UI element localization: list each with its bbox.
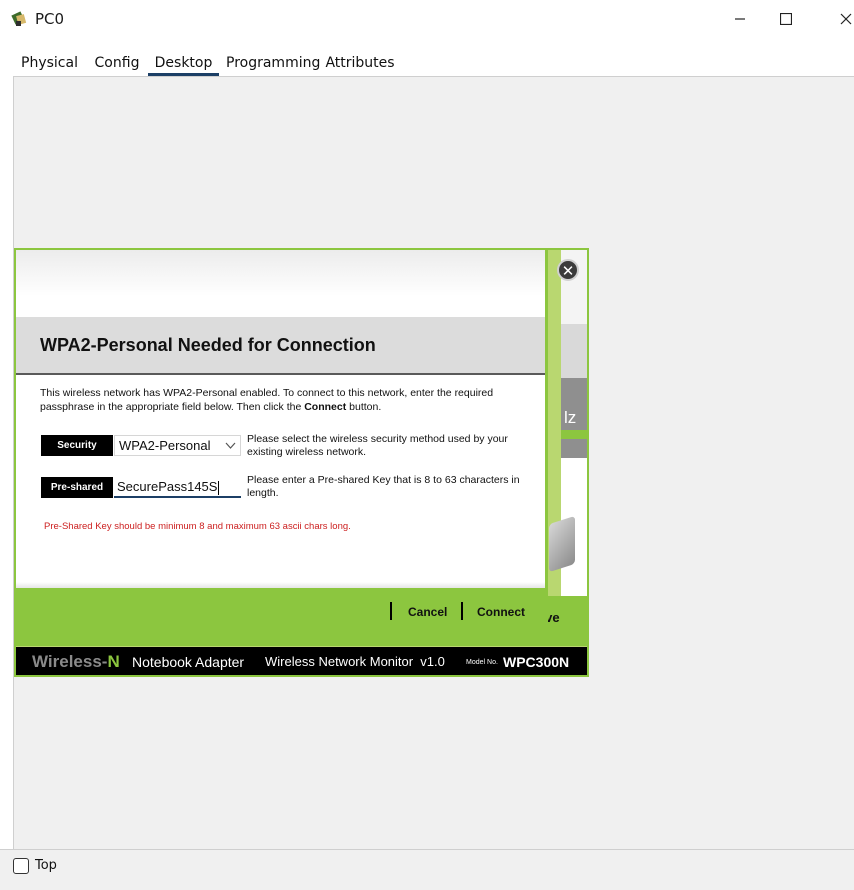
dialog-button-bar: Cancel Connect: [16, 588, 545, 642]
tab-programming[interactable]: Programming: [226, 49, 320, 76]
monitor-panel-stripe: [561, 324, 587, 378]
button-divider: [461, 602, 463, 620]
error-message: Pre-Shared Key should be minimum 8 and m…: [44, 521, 351, 532]
tab-physical[interactable]: Physical: [19, 49, 80, 76]
tab-config[interactable]: Config: [91, 49, 143, 76]
close-button[interactable]: [826, 0, 854, 38]
text-caret: [218, 480, 220, 495]
maximize-icon: [780, 13, 792, 25]
top-checkbox[interactable]: [13, 858, 29, 874]
window-footer: [0, 849, 854, 890]
dialog-title-bar: WPA2-Personal Needed for Connection: [16, 317, 545, 375]
monitor-partial-text: lz: [564, 408, 577, 427]
model-label: Model No.: [466, 659, 498, 666]
close-icon: [840, 13, 852, 25]
preshared-key-input[interactable]: SecurePass145S: [114, 477, 241, 498]
top-checkbox-label: Top: [35, 858, 57, 873]
brand-logo: Wireless-N: [32, 652, 120, 671]
minimize-button[interactable]: [720, 0, 760, 38]
signal-bar: [561, 430, 587, 439]
security-value: WPA2-Personal: [119, 438, 211, 453]
tab-attributes[interactable]: Attributes: [325, 49, 395, 76]
minimize-icon: [735, 18, 745, 20]
product-name: Notebook Adapter: [132, 654, 245, 670]
wpa2-dialog: WPA2-Personal Needed for Connection This…: [16, 250, 548, 642]
preshared-key-help: Please enter a Pre-shared Key that is 8 …: [247, 474, 520, 499]
button-divider: [390, 602, 392, 620]
window-title: PC0: [35, 10, 65, 28]
monitor-close-icon[interactable]: ✕: [557, 259, 579, 281]
maximize-button[interactable]: [766, 0, 806, 38]
cancel-button[interactable]: Cancel: [408, 605, 447, 619]
preshared-key-value: SecurePass145S: [117, 479, 218, 494]
dialog-header-gradient: [16, 250, 545, 296]
adapter-card-icon: [549, 515, 575, 573]
dialog-description: This wireless network has WPA2-Personal …: [40, 387, 494, 413]
model-number: WPC300N: [503, 654, 570, 670]
security-help: Please select the wireless security meth…: [247, 433, 508, 458]
window-titlebar: PC0: [0, 0, 854, 38]
dialog-title: WPA2-Personal Needed for Connection: [40, 335, 376, 355]
security-select[interactable]: WPA2-Personal: [114, 435, 241, 456]
security-label: Security: [41, 435, 113, 456]
cisco-pc-icon: [11, 11, 27, 26]
tab-bar: Physical Config Desktop Programming Attr…: [11, 49, 400, 76]
chevron-down-icon: [225, 436, 236, 456]
tab-desktop[interactable]: Desktop: [148, 49, 219, 76]
connect-button[interactable]: Connect: [477, 605, 525, 619]
monitor-footer: Wireless-N Notebook Adapter Wireless Net…: [16, 647, 587, 675]
preshared-key-label: Pre-shared Key: [41, 477, 113, 514]
app-name: Wireless Network Monitor v1.0: [265, 654, 445, 669]
